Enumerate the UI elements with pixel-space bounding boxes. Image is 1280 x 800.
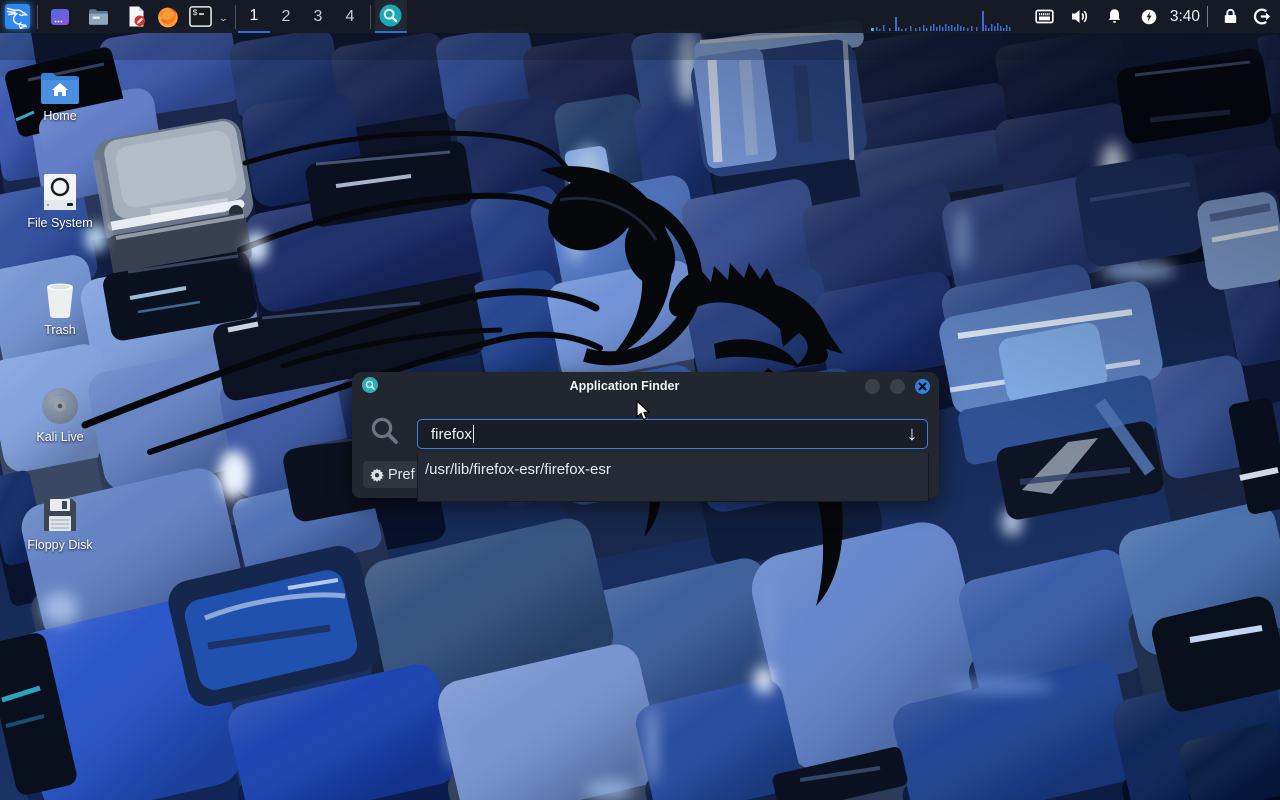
svg-text:$: $ — [192, 8, 197, 18]
